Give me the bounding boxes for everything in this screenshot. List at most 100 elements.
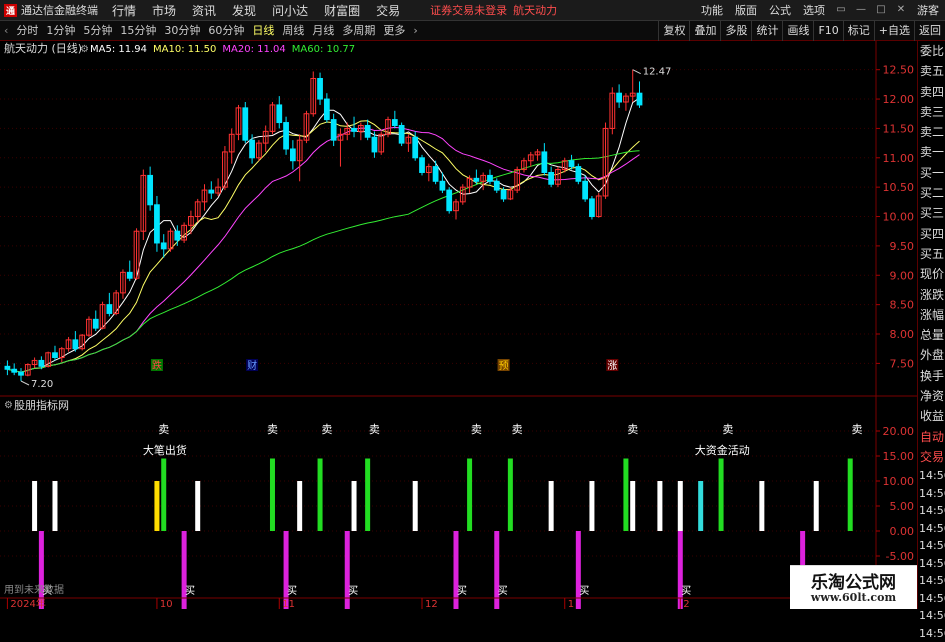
menu-wealth[interactable]: 财富圈: [316, 2, 368, 19]
sidebar-item[interactable]: 14:56: [918, 537, 945, 555]
sell-signal-label: 卖: [471, 423, 482, 436]
sidebar-item[interactable]: 买三: [918, 203, 945, 223]
menu-quotes[interactable]: 行情: [104, 2, 144, 19]
toolbar-overlay[interactable]: 叠加: [689, 20, 720, 41]
sidebar-item[interactable]: 买四: [918, 224, 945, 244]
sidebar-item[interactable]: 收益: [918, 406, 945, 426]
toolbar-back-icon[interactable]: ‹: [0, 21, 12, 41]
sidebar-item[interactable]: 卖二: [918, 122, 945, 142]
sidebar-item[interactable]: 涨跌: [918, 285, 945, 305]
candle-body: [568, 160, 575, 168]
sidebar-item[interactable]: 买五: [918, 244, 945, 264]
sidebar-item[interactable]: 涨幅: [918, 305, 945, 325]
toolbar-return[interactable]: 返回: [914, 20, 945, 41]
period-tab[interactable]: 分时: [12, 21, 42, 41]
signal-bar: [351, 481, 357, 531]
menu-trade[interactable]: 交易: [368, 2, 408, 19]
menu-news[interactable]: 资讯: [184, 2, 224, 19]
toolbar-f10[interactable]: F10: [813, 20, 842, 41]
candle-body: [391, 119, 398, 126]
maximize-icon[interactable]: □: [873, 3, 889, 17]
sell-signal-label: 卖: [722, 423, 733, 436]
event-markers: 跌财预涨: [150, 359, 619, 372]
sidebar-item[interactable]: 换手: [918, 366, 945, 386]
toolbar-draw[interactable]: 画线: [782, 20, 813, 41]
period-tab[interactable]: 多周期: [338, 21, 379, 41]
settings-gear-icon[interactable]: ⚙: [80, 44, 89, 55]
candle-body: [283, 122, 289, 150]
menu-options[interactable]: 选项: [797, 2, 831, 18]
sidebar-item[interactable]: 14:56: [918, 502, 945, 520]
sidebar-item[interactable]: 卖四: [918, 82, 945, 102]
indicator-tick-label: 10.00: [883, 475, 915, 488]
future-data-warning: 用到未来数据: [4, 583, 64, 596]
sidebar-item[interactable]: 14:56: [918, 590, 945, 608]
sidebar-item[interactable]: 买一: [918, 163, 945, 183]
candle-body: [38, 359, 45, 367]
menu-market[interactable]: 市场: [144, 2, 184, 19]
sidebar-item[interactable]: 净资: [918, 386, 945, 406]
sidebar-item[interactable]: 14:56: [918, 555, 945, 573]
candle-body: [208, 189, 215, 194]
close-icon[interactable]: ✕: [893, 3, 909, 17]
candle-body: [371, 136, 378, 153]
sidebar-item[interactable]: 自动: [918, 427, 945, 447]
menu-function[interactable]: 功能: [695, 2, 729, 18]
sidebar-item[interactable]: 14:56: [918, 625, 945, 642]
sidebar-item[interactable]: 14:56: [918, 607, 945, 625]
window-menu-icon[interactable]: ▭: [833, 3, 849, 17]
menu-formula[interactable]: 公式: [763, 2, 797, 18]
sidebar-item[interactable]: 交易: [918, 447, 945, 467]
sidebar-item[interactable]: 买二: [918, 183, 945, 203]
signal-bar: [317, 458, 323, 531]
menu-discover[interactable]: 发现: [224, 2, 264, 19]
period-tab[interactable]: 30分钟: [160, 21, 204, 41]
period-tab[interactable]: 5分钟: [79, 21, 116, 41]
period-tab[interactable]: 1分钟: [42, 21, 79, 41]
chart-canvas[interactable]: 航天动力 (日线) ⚙ MA5: 11.94 MA10: 11.50 MA20: 1…: [0, 41, 945, 609]
candle-body: [154, 204, 160, 244]
buy-signal-bar: [181, 531, 187, 609]
signal-bar: [847, 458, 853, 531]
sidebar-item[interactable]: 委比: [918, 41, 945, 61]
period-tab[interactable]: 更多: [379, 21, 409, 41]
sidebar-item[interactable]: 总量: [918, 325, 945, 345]
signal-bar: [548, 481, 554, 531]
sidebar-item[interactable]: 14:56: [918, 485, 945, 503]
signal-bar: [365, 458, 371, 531]
period-tab[interactable]: 周线: [278, 21, 308, 41]
sidebar-item[interactable]: 卖一: [918, 142, 945, 162]
toolbar-stats[interactable]: 统计: [751, 20, 782, 41]
login-warning[interactable]: 证券交易未登录: [430, 2, 507, 18]
sidebar-item[interactable]: 现价: [918, 264, 945, 284]
menu-ask[interactable]: 问小达: [264, 2, 316, 19]
toolbar-mark[interactable]: 标记: [842, 20, 874, 41]
period-tab[interactable]: 月线: [308, 21, 338, 41]
sidebar-item[interactable]: 14:56: [918, 572, 945, 590]
period-tab[interactable]: 60分钟: [204, 21, 248, 41]
period-tab-active[interactable]: 日线: [248, 21, 278, 41]
toolbar-add-watchlist[interactable]: +自选: [873, 20, 914, 41]
sidebar-item[interactable]: 卖五: [918, 61, 945, 81]
menu-layout[interactable]: 版面: [729, 2, 763, 18]
sidebar-item[interactable]: 14:56: [918, 467, 945, 485]
date-tick-label: 11: [282, 599, 295, 609]
candle-body: [419, 157, 425, 173]
indicator-tick-label: 0.00: [890, 525, 915, 538]
toolbar-multi-stock[interactable]: 多股: [720, 20, 751, 41]
candle-body: [92, 318, 99, 329]
sidebar-item[interactable]: 卖三: [918, 102, 945, 122]
candle-body: [174, 230, 181, 241]
period-tab[interactable]: 15分钟: [116, 21, 160, 41]
sidebar-item[interactable]: 外盘: [918, 345, 945, 365]
more-chevron-icon[interactable]: ›: [409, 21, 421, 41]
site-watermark: 乐淘公式网 www.60lt.com: [790, 565, 917, 609]
toolbar-restore-right[interactable]: 复权: [658, 20, 689, 41]
sidebar-item[interactable]: 14:56: [918, 520, 945, 538]
minimize-icon[interactable]: —: [853, 3, 869, 17]
price-axis: 12.50 12.00 11.50 11.00 10.50 10.00 9.50 9.00 8.…: [876, 64, 914, 370]
candle-body: [147, 174, 154, 206]
guest-label[interactable]: 游客: [911, 2, 945, 18]
indicator-gear-icon[interactable]: ⚙: [4, 400, 13, 411]
ma60-line: [7, 150, 640, 373]
